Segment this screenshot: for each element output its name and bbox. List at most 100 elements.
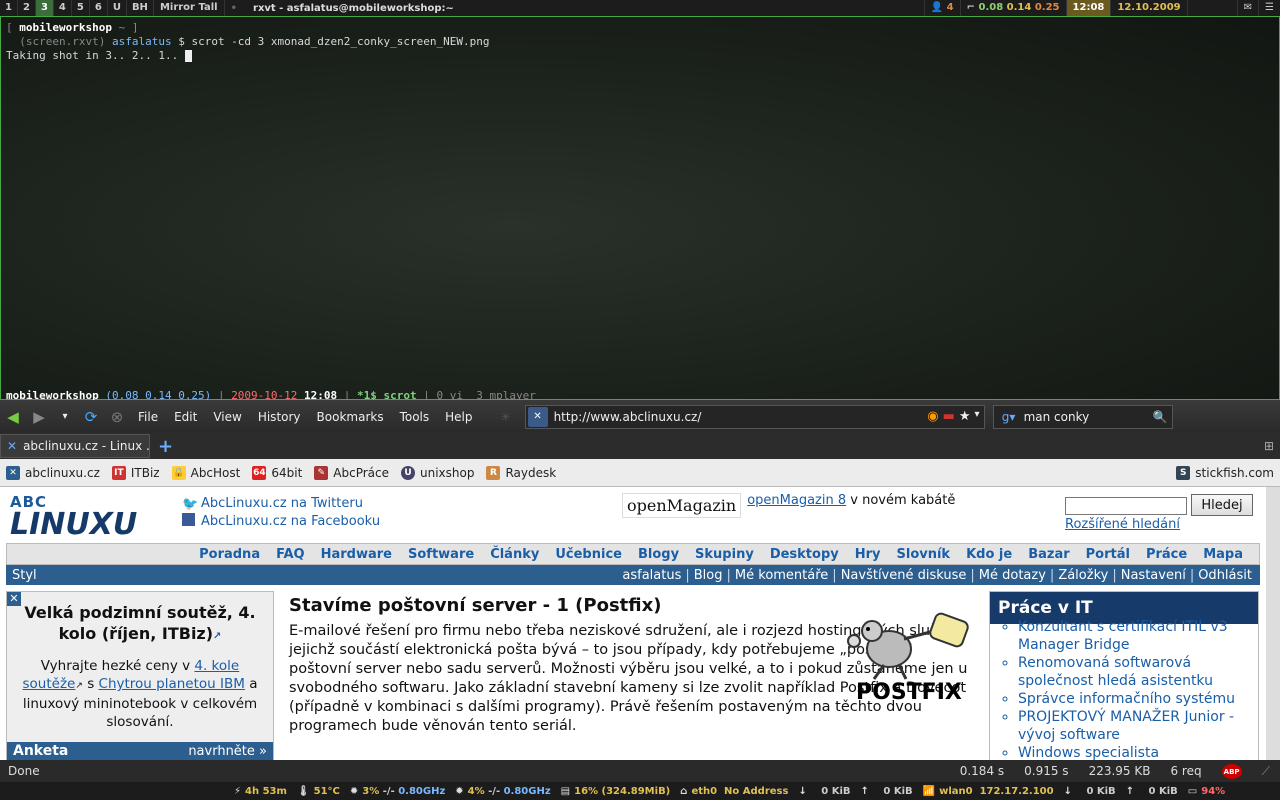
- bookmark-unixshop[interactable]: Uunixshop: [395, 465, 480, 480]
- workspace-bh[interactable]: BH: [127, 0, 154, 16]
- twitter-link[interactable]: AbcLinuxu.cz na Twitteru: [201, 496, 363, 511]
- rss-icon[interactable]: ◉: [927, 409, 938, 424]
- promo-title[interactable]: Velká podzimní soutěž, 4. kolo (říjen, I…: [7, 592, 273, 647]
- abclinuxu-logo[interactable]: ABC LINUXU: [10, 493, 145, 540]
- bookmark-stickfish[interactable]: Sstickfish.com: [1170, 465, 1280, 480]
- menu-edit[interactable]: Edit: [166, 410, 205, 424]
- menu-view[interactable]: View: [205, 410, 249, 424]
- mail-icon[interactable]: ✉: [1236, 0, 1258, 16]
- menu-help[interactable]: Help: [437, 410, 480, 424]
- postfix-wordmark: POSTFIX: [856, 680, 962, 705]
- layout-name[interactable]: Mirror Tall: [154, 0, 225, 16]
- workspace-2[interactable]: 2: [18, 0, 36, 16]
- menu-file[interactable]: File: [130, 410, 166, 424]
- workspace-4[interactable]: 4: [54, 0, 72, 16]
- menu-slovnik[interactable]: Slovník: [889, 547, 959, 562]
- back-arrow-icon[interactable]: ◀: [0, 404, 26, 430]
- user-questions-link[interactable]: Mé dotazy: [979, 568, 1046, 583]
- menu-prace[interactable]: Práce: [1138, 547, 1195, 562]
- url-bar[interactable]: ✕ http://www.abclinuxu.cz/ ◉ ▬ ★ ▾: [524, 404, 985, 429]
- bookmark-64bit[interactable]: 64 64bit: [246, 465, 308, 480]
- menu-history[interactable]: History: [250, 410, 309, 424]
- window-title: rxvt - asfalatus@mobileworkshop:~: [253, 2, 454, 14]
- search-button[interactable]: Hledej: [1191, 494, 1253, 516]
- user-comments-link[interactable]: Mé komentáře: [735, 568, 828, 583]
- adblock-icon[interactable]: ABP: [1212, 763, 1252, 780]
- stop-icon[interactable]: ⊗: [104, 404, 130, 430]
- user-blog-link[interactable]: Blog: [694, 568, 723, 583]
- user-name-link[interactable]: asfalatus: [622, 568, 681, 583]
- menu-hry[interactable]: Hry: [847, 547, 889, 562]
- wlan-address: 172.17.2.100: [979, 785, 1054, 797]
- bookmark-abcprace[interactable]: ✎ AbcPráce: [308, 465, 395, 480]
- close-icon[interactable]: ✕: [7, 592, 21, 606]
- site-search-input[interactable]: [1065, 497, 1187, 515]
- menu-hardware[interactable]: Hardware: [313, 547, 400, 562]
- job-item[interactable]: Konzultant s certifikací ITIL v3 Manager…: [1018, 618, 1252, 654]
- user-visited-link[interactable]: Navštívené diskuse: [841, 568, 967, 583]
- menu-clanky[interactable]: Články: [482, 547, 547, 562]
- menu-blogy[interactable]: Blogy: [630, 547, 687, 562]
- url-icons: ◉ ▬ ★ ▾: [927, 409, 983, 424]
- poll-suggest-link[interactable]: navrhněte »: [188, 744, 267, 759]
- new-tab-icon[interactable]: +: [158, 436, 173, 457]
- facebook-link[interactable]: AbcLinuxu.cz na Facebooku: [201, 514, 380, 529]
- user-settings-link[interactable]: Nastavení: [1121, 568, 1186, 583]
- user-bookmarks-link[interactable]: Záložky: [1058, 568, 1108, 583]
- bookmark-abchost[interactable]: 🔒 AbcHost: [166, 465, 247, 480]
- star-icon[interactable]: ★: [959, 409, 971, 424]
- menu-icon[interactable]: ☰: [1258, 0, 1280, 16]
- job-item[interactable]: Renomovaná softwarová společnost hledá a…: [1018, 654, 1252, 690]
- job-item[interactable]: PROJEKTOVÝ MANAŽER Junior - vývoj softwa…: [1018, 708, 1252, 744]
- menu-faq[interactable]: FAQ: [268, 547, 313, 562]
- battery-value: 94%: [1201, 785, 1226, 797]
- flag-icon[interactable]: ▬: [943, 409, 955, 424]
- job-item[interactable]: Windows specialista: [1018, 744, 1252, 760]
- chevron-down-icon[interactable]: ▾: [52, 404, 78, 430]
- command: scrot -cd 3 xmonad_dzen2_conky_screen_NE…: [191, 35, 490, 48]
- bookmark-abclinuxu[interactable]: ✕ abclinuxu.cz: [0, 465, 106, 480]
- stickfish-icon: S: [1176, 465, 1191, 480]
- bookmark-itbiz[interactable]: IT ITBiz: [106, 465, 166, 480]
- menu-ucebnice[interactable]: Učebnice: [547, 547, 630, 562]
- style-link[interactable]: Styl: [6, 568, 37, 583]
- cpu-1-usage: 3%: [362, 785, 380, 797]
- openmagazin-logo[interactable]: openMagazin: [622, 493, 742, 518]
- tab-list-icon[interactable]: ⊞: [1264, 439, 1274, 453]
- menu-poradna[interactable]: Poradna: [191, 547, 268, 562]
- reload-icon[interactable]: ⟳: [78, 404, 104, 430]
- forward-arrow-icon[interactable]: ▶: [26, 404, 52, 430]
- menu-bookmarks[interactable]: Bookmarks: [309, 410, 392, 424]
- user-icon: 👤: [930, 2, 944, 13]
- logout-link[interactable]: Odhlásit: [1198, 568, 1252, 583]
- menu-portal[interactable]: Portál: [1078, 547, 1138, 562]
- terminal-window[interactable]: [ mobileworkshop ~ ] (screen.rxvt) asfal…: [0, 16, 1280, 402]
- workspace-1[interactable]: 1: [0, 0, 18, 16]
- workspace-u[interactable]: U: [108, 0, 127, 16]
- menu-tools[interactable]: Tools: [392, 410, 438, 424]
- menu-kdo-je[interactable]: Kdo je: [958, 547, 1020, 562]
- workspace-6[interactable]: 6: [90, 0, 108, 16]
- search-icon[interactable]: 🔍: [1153, 410, 1172, 424]
- tab-abclinuxu[interactable]: ✕ abclinuxu.cz - Linux ...: [0, 434, 150, 458]
- page-scrollbar[interactable]: [1266, 487, 1280, 760]
- promo-link-ibm[interactable]: Chytrou planetou IBM: [99, 676, 245, 692]
- google-icon[interactable]: g▾: [994, 410, 1024, 424]
- url-text[interactable]: http://www.abclinuxu.cz/: [554, 410, 702, 424]
- job-item[interactable]: Správce informačního systému: [1018, 690, 1252, 708]
- menu-desktopy[interactable]: Desktopy: [762, 547, 847, 562]
- url-dropdown-icon[interactable]: ▾: [975, 409, 980, 424]
- load-15: 0.25: [1034, 2, 1060, 13]
- menu-software[interactable]: Software: [400, 547, 482, 562]
- workspace-3[interactable]: 3: [35, 0, 54, 16]
- search-box[interactable]: g▾ man conky 🔍: [992, 404, 1173, 429]
- openmagazin-link[interactable]: openMagazin 8: [747, 493, 846, 508]
- menu-bazar[interactable]: Bazar: [1020, 547, 1077, 562]
- menu-skupiny[interactable]: Skupiny: [687, 547, 762, 562]
- advanced-search-link[interactable]: Rozšířené hledání: [1065, 517, 1180, 532]
- bookmark-raydesk[interactable]: R Raydesk: [480, 465, 562, 480]
- resize-grip-icon[interactable]: ⟋: [1252, 764, 1280, 779]
- search-input[interactable]: man conky: [1024, 410, 1090, 424]
- workspace-5[interactable]: 5: [72, 0, 90, 16]
- menu-mapa[interactable]: Mapa: [1195, 547, 1251, 562]
